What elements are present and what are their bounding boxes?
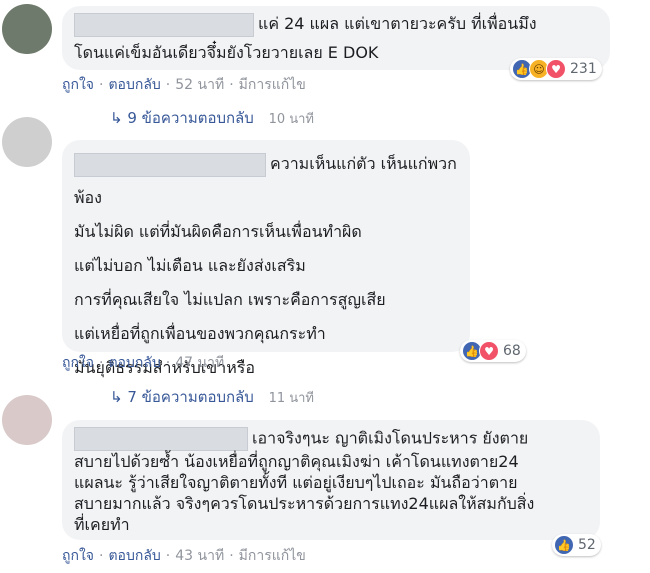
love-icon: ♥ [546, 59, 566, 79]
replies-time: 11 นาที [268, 391, 314, 406]
redacted-name [74, 427, 248, 451]
redacted-name [74, 12, 254, 37]
like-icon: 👍 [554, 535, 574, 555]
comment-line: สบายไปด้วยซ้ำ น้องเหยื่อที่ถูกญาติคุณเมิ… [74, 452, 519, 471]
comment-bubble: ความเห็นแก่ตัว เห็นแก่พวกพ้อง มันไม่ผิด … [62, 140, 470, 377]
reply-action[interactable]: ตอบกลับ [108, 548, 160, 564]
redacted-name [74, 152, 266, 177]
reaction-summary[interactable]: 👍 ♥ 68 [460, 340, 526, 362]
replies-label[interactable]: 9 ข้อความตอบกลับ [127, 109, 253, 127]
reply-action[interactable]: ตอบกลับ [108, 355, 160, 371]
comment-actions: ถูกใจ · ตอบกลับ · 43 นาที · มีการแก้ไข [62, 548, 306, 564]
comment-line: ที่เคยทำ [74, 515, 130, 534]
comment-actions: ถูกใจ · ตอบกลับ · 52 นาที · มีการแก้ไข [62, 77, 306, 93]
love-icon: ♥ [479, 341, 499, 361]
avatar[interactable] [2, 395, 52, 445]
comment-line: แต่ไม่บอก ไม่เตือน และยังส่งเสริม [74, 256, 306, 275]
comment-line: มันไม่ผิด แต่ที่มันผิดคือการเห็นเพื่อนทำ… [74, 222, 362, 241]
replies-label[interactable]: 7 ข้อความตอบกลับ [127, 388, 253, 406]
reaction-count: 231 [570, 61, 597, 77]
reply-arrow-icon: ↳ [110, 388, 123, 406]
comment-line: ความเห็นแก่ตัว เห็นแก่พวกพ้อง [74, 152, 457, 207]
comment-line: เอาจริงๆนะ ญาติเมิงโดนประหาร ยังตาย [74, 427, 588, 451]
comment-time[interactable]: 52 นาที [175, 77, 224, 93]
reaction-count: 68 [503, 343, 521, 359]
comment-line: แค่ 24 แผล แต่เขาตายวะครับ ที่เพื่อนมึง [74, 9, 598, 38]
comment-line: สบายมากแล้ว จริงๆควรโดนประหารด้วยการแทง2… [74, 494, 535, 513]
reaction-summary[interactable]: 👍 52 [552, 534, 601, 556]
comment-time[interactable]: 47 นาที [175, 355, 224, 371]
avatar[interactable] [2, 117, 52, 167]
comment-actions: ถูกใจ · ตอบกลับ · 47 นาที [62, 355, 225, 371]
comment-time[interactable]: 43 นาที [175, 548, 224, 564]
comment-line: การที่คุณเสียใจ ไม่แปลก เพราะคือการสูญเส… [74, 290, 386, 309]
reaction-summary[interactable]: 👍 ☺ ♥ 231 [510, 58, 602, 80]
edited-label[interactable]: มีการแก้ไข [239, 548, 306, 564]
like-action[interactable]: ถูกใจ [62, 77, 94, 93]
reaction-count: 52 [578, 537, 596, 553]
edited-label[interactable]: มีการแก้ไข [239, 77, 306, 93]
avatar[interactable] [2, 4, 52, 54]
view-replies-link[interactable]: ↳ 9 ข้อความตอบกลับ 10 นาที [110, 106, 314, 130]
view-replies-link[interactable]: ↳ 7 ข้อความตอบกลับ 11 นาที [110, 385, 314, 409]
reply-arrow-icon: ↳ [110, 109, 123, 127]
comment-line: แต่เหยื่อที่ถูกเพื่อนของพวกคุณกระทำ [74, 324, 326, 343]
comment-bubble: เอาจริงๆนะ ญาติเมิงโดนประหาร ยังตาย สบาย… [62, 420, 600, 540]
comment-line: แผลนะ รู้ว่าเสียใจญาติตายทั้งที แต่อยู่เ… [74, 473, 518, 492]
replies-time: 10 นาที [268, 112, 314, 127]
like-action[interactable]: ถูกใจ [62, 355, 94, 371]
like-action[interactable]: ถูกใจ [62, 548, 94, 564]
reply-action[interactable]: ตอบกลับ [108, 77, 160, 93]
